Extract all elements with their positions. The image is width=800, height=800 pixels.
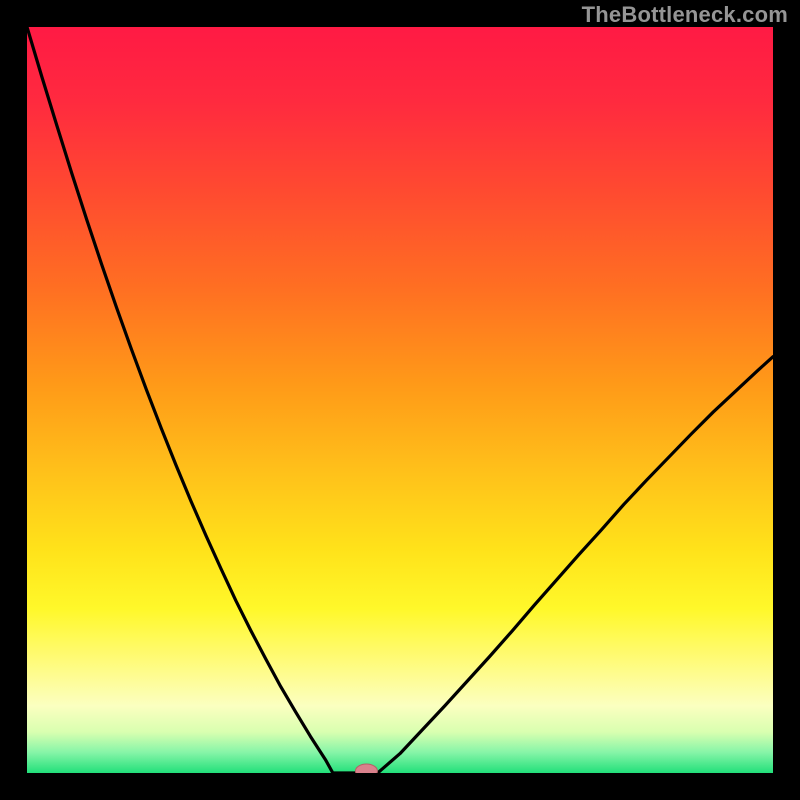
plot-area xyxy=(27,27,773,773)
watermark-text: TheBottleneck.com xyxy=(582,2,788,28)
chart-frame: TheBottleneck.com xyxy=(0,0,800,800)
chart-svg xyxy=(27,27,773,773)
